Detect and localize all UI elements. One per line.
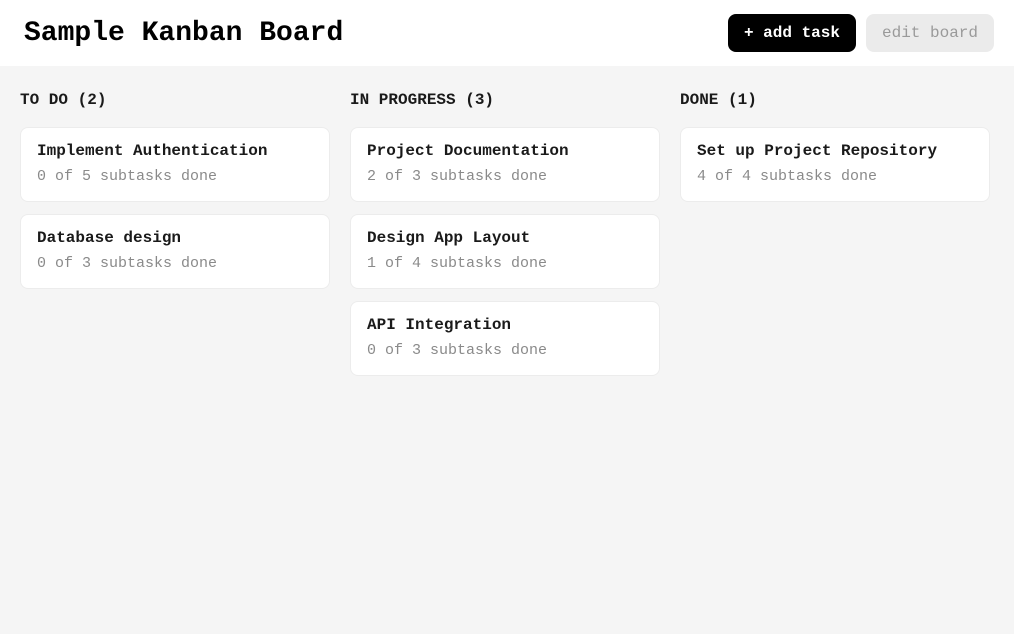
task-card[interactable]: Design App Layout 1 of 4 subtasks done [350,214,660,289]
edit-board-button[interactable]: edit board [866,14,994,52]
board: TO DO (2) Implement Authentication 0 of … [0,67,1014,412]
page-title: Sample Kanban Board [24,18,343,49]
task-title: Database design [37,229,313,247]
header: Sample Kanban Board + add task edit boar… [0,0,1014,67]
task-title: Design App Layout [367,229,643,247]
column-done: DONE (1) Set up Project Repository 4 of … [680,91,990,388]
column-todo: TO DO (2) Implement Authentication 0 of … [20,91,330,388]
task-title: Implement Authentication [37,142,313,160]
task-title: Project Documentation [367,142,643,160]
task-title: API Integration [367,316,643,334]
column-header: IN PROGRESS (3) [350,91,660,109]
task-subtasks: 0 of 5 subtasks done [37,168,313,185]
task-card[interactable]: Set up Project Repository 4 of 4 subtask… [680,127,990,202]
task-subtasks: 0 of 3 subtasks done [367,342,643,359]
column-header: TO DO (2) [20,91,330,109]
task-subtasks: 1 of 4 subtasks done [367,255,643,272]
task-title: Set up Project Repository [697,142,973,160]
add-task-button[interactable]: + add task [728,14,856,52]
task-card[interactable]: Implement Authentication 0 of 5 subtasks… [20,127,330,202]
task-subtasks: 4 of 4 subtasks done [697,168,973,185]
task-card[interactable]: Database design 0 of 3 subtasks done [20,214,330,289]
column-header: DONE (1) [680,91,990,109]
column-in-progress: IN PROGRESS (3) Project Documentation 2 … [350,91,660,388]
task-card[interactable]: API Integration 0 of 3 subtasks done [350,301,660,376]
task-subtasks: 0 of 3 subtasks done [37,255,313,272]
task-card[interactable]: Project Documentation 2 of 3 subtasks do… [350,127,660,202]
header-actions: + add task edit board [728,14,994,52]
task-subtasks: 2 of 3 subtasks done [367,168,643,185]
